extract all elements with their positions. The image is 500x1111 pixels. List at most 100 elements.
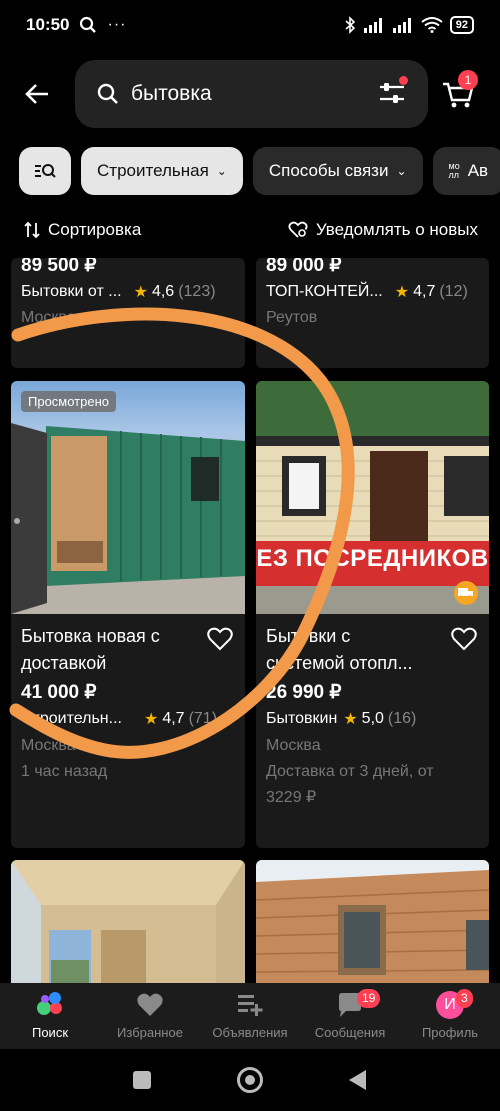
search-icon (97, 83, 118, 104)
back-button[interactable] (22, 74, 52, 114)
seller-rating: 5,0 (361, 710, 384, 727)
favorite-button[interactable] (451, 627, 477, 651)
heart-nav-icon (137, 993, 163, 1016)
heart-icon (207, 627, 233, 651)
cabin-interior-photo (11, 860, 245, 990)
signal-icon (363, 18, 382, 33)
profile-badge: 3 (456, 989, 473, 1008)
filters-button[interactable] (378, 76, 408, 106)
review-count: (16) (387, 710, 417, 727)
listing-seller: Бытовки от ... ★ 4,6 (123) (21, 282, 216, 302)
listing-photo[interactable] (256, 860, 489, 990)
cart-badge: 1 (458, 70, 478, 90)
listing-location: Москва (266, 737, 321, 754)
search-row: бытовка 1 (0, 60, 500, 128)
review-count: (12) (439, 283, 468, 300)
listing-title: Бытовка новая с доставкой (21, 623, 160, 677)
listing-card[interactable] (256, 860, 489, 990)
heart-icon (451, 627, 477, 651)
listing-photo[interactable] (11, 860, 245, 990)
seller-rating: 4,6 (151, 283, 175, 300)
nav-label: Сообщения (314, 1025, 386, 1040)
star-icon: ★ (343, 711, 358, 728)
listing-price: 41 000 ₽ (21, 682, 97, 703)
sort-button[interactable]: Сортировка (24, 220, 141, 240)
sort-icon (24, 221, 40, 239)
chevron-down-icon: ⌄ (216, 164, 227, 178)
listing-title-line: системой отопл... (266, 653, 413, 673)
delivery-truck-icon (458, 588, 473, 599)
star-icon: ★ (133, 284, 148, 301)
listing-photo[interactable]: ЕЗ ПОСРЕДНИКОВ (256, 381, 489, 614)
listing-location: Реутов (266, 309, 318, 326)
nav-label: Избранное (117, 1025, 183, 1040)
home-button[interactable] (237, 1067, 263, 1093)
listing-card[interactable]: ЕЗ ПОСРЕДНИКОВ Бытовки с системой отопл.… (256, 381, 489, 848)
listing-card[interactable] (11, 860, 245, 990)
listing-price: 89 500 ₽ (21, 258, 97, 276)
review-count: (123) (178, 283, 216, 300)
listing-title: Бытовки с системой отопл... (266, 623, 412, 677)
seller-name: ТОП-КОНТЕЙ... (266, 283, 383, 300)
chip-more-label: Ав (467, 161, 489, 180)
seller-rating: 4,7 (413, 283, 436, 300)
delivery-line: Доставка от 3 дней, от (266, 763, 434, 780)
listing-seller: ТОП-КОНТЕЙ... ★ 4,7 (12) (266, 282, 468, 302)
search-nav-icon (37, 992, 62, 1015)
listing-price: 26 990 ₽ (266, 682, 342, 703)
avatar-letter: И (444, 996, 456, 1013)
battery-indicator: 92 (449, 16, 474, 34)
seller-name: Бытовкин (266, 710, 338, 727)
recent-apps-button[interactable] (133, 1071, 151, 1089)
wifi-icon (421, 17, 443, 33)
star-icon: ★ (143, 711, 159, 728)
listing-location: Москва (21, 737, 76, 754)
chip-more[interactable]: мо лл Ав (432, 147, 500, 195)
bluetooth-icon (345, 16, 355, 34)
viewed-badge: Просмотрено (21, 391, 117, 412)
cabin-photo (256, 860, 489, 990)
listing-photo[interactable]: Просмотрено (11, 381, 245, 614)
chip-contact-label: Способы связи (268, 161, 389, 180)
status-time: 10:50 (26, 15, 70, 34)
bottom-navigation: Поиск Избранное Объявления 19 Сообщения … (0, 983, 500, 1049)
nav-label: Поиск (31, 1025, 69, 1040)
sort-label: Сортировка (48, 220, 142, 239)
listing-card[interactable]: 89 500 ₽ Бытовки от ... ★ 4,6 (123) Моск… (11, 258, 245, 368)
listing-title-line: Бытовка новая с (21, 626, 160, 646)
nav-messages[interactable]: 19 Сообщения (300, 983, 400, 1049)
nav-favorites[interactable]: Избранное (100, 983, 200, 1049)
listing-location: Москва (21, 309, 76, 326)
back-nav-button[interactable] (348, 1069, 368, 1091)
arrow-left-icon (25, 84, 48, 104)
more-icon: ··· (107, 16, 127, 33)
heart-search-icon (288, 221, 308, 238)
signal-icon-2 (392, 18, 411, 33)
ads-nav-icon (238, 995, 263, 1016)
chip-all-filters[interactable] (19, 147, 71, 195)
nav-profile[interactable]: И 3 Профиль (400, 983, 500, 1049)
favorite-button[interactable] (207, 627, 233, 651)
review-count: (71) (188, 710, 218, 727)
notify-button[interactable]: Уведомлять о новых (288, 220, 478, 240)
cabin-photo (11, 423, 245, 614)
listing-seller: Строительн... ★ 4,7 (71) (21, 709, 217, 729)
listing-title-line: доставкой (21, 653, 107, 673)
listing-seller: Бытовкин ★ 5,0 (16) (266, 709, 416, 729)
seller-rating: 4,7 (162, 710, 185, 727)
nav-label: Профиль (421, 1025, 479, 1040)
home-dot (245, 1075, 255, 1085)
nav-search[interactable]: Поиск (0, 983, 100, 1049)
listing-card[interactable]: Просмотрено Бытовка новая с доставкой 41… (11, 381, 245, 848)
chip-category[interactable]: Строительная ⌄ (81, 147, 243, 195)
messages-badge: 19 (357, 989, 381, 1008)
listing-card[interactable]: 89 000 ₽ ТОП-КОНТЕЙ... ★ 4,7 (12) Реутов (256, 258, 489, 368)
chip-contact-methods[interactable]: Способы связи ⌄ (252, 147, 423, 195)
search-input[interactable]: бытовка (75, 60, 428, 128)
nav-ads[interactable]: Объявления (200, 983, 300, 1049)
search-status-icon (80, 16, 97, 33)
listing-title-line: Бытовки с (266, 626, 351, 646)
seller-name: Бытовки от ... (21, 283, 122, 300)
sort-row: Сортировка Уведомлять о новых (0, 216, 500, 248)
cart-button[interactable]: 1 (442, 70, 478, 114)
